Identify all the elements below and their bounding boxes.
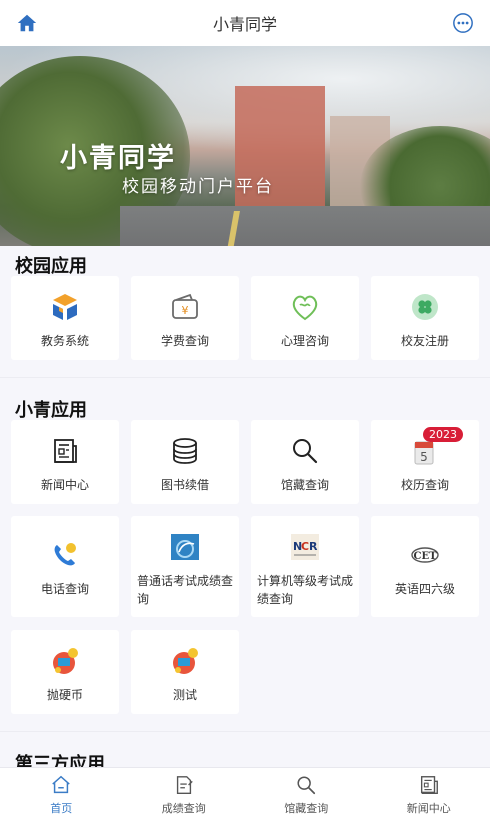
hero-banner[interactable]: 小青同学 校园移动门户平台 <box>0 46 490 246</box>
app-card-computer-exam-score[interactable]: N C R 计算机等级考试成绩查询 <box>251 516 359 617</box>
search-icon <box>297 776 316 795</box>
section-title-campus-apps: 校园应用 <box>15 256 87 277</box>
app-label: 校历查询 <box>400 478 449 492</box>
newspaper-icon <box>54 439 77 463</box>
heart-mind-icon <box>292 295 318 321</box>
home-icon <box>52 775 70 794</box>
app-card-news-center[interactable]: 新闻中心 <box>11 420 119 504</box>
tab-label: 馆藏查询 <box>284 802 329 815</box>
section-title-xiaoqing-apps: 小青应用 <box>15 400 87 421</box>
app-label: 校友注册 <box>400 334 449 348</box>
banner-road <box>120 206 490 246</box>
svg-text:C: C <box>301 540 309 553</box>
svg-text:¥: ¥ <box>182 304 189 317</box>
svg-text:5: 5 <box>420 450 428 464</box>
more-options-icon[interactable] <box>452 12 474 34</box>
home-icon[interactable] <box>16 12 38 34</box>
app-label: 新闻中心 <box>40 478 89 492</box>
tab-label: 首页 <box>50 802 73 815</box>
coin-toss-icon <box>53 648 78 674</box>
mandarin-exam-icon <box>171 534 199 560</box>
app-label: 教务系统 <box>40 334 89 348</box>
app-card-tuition-query[interactable]: ¥ 学费查询 <box>131 276 239 360</box>
banner-title: 小青同学 <box>60 143 176 174</box>
tab-label: 新闻中心 <box>406 802 451 815</box>
wallet-icon: ¥ <box>172 293 198 319</box>
app-card-book-renewal[interactable]: 图书续借 <box>131 420 239 504</box>
app-label: 计算机等级考试成绩查询 <box>257 574 354 606</box>
app-label: 学费查询 <box>160 334 209 348</box>
app-card-mandarin-exam-score[interactable]: 普通话考试成绩查询 <box>131 516 239 617</box>
section-divider <box>0 377 490 378</box>
app-card-counseling[interactable]: 心理咨询 <box>251 276 359 360</box>
app-label: 馆藏查询 <box>280 478 329 492</box>
search-icon <box>293 439 318 464</box>
app-label: 电话查询 <box>40 582 89 596</box>
academic-system-icon <box>53 294 77 320</box>
top-bar: 小青同学 <box>0 0 490 46</box>
page-title: 小青同学 <box>212 15 277 34</box>
tab-home[interactable]: 首页 <box>0 768 123 817</box>
app-card-test[interactable]: 测试 <box>131 630 239 714</box>
app-label: 心理咨询 <box>280 334 329 348</box>
app-card-collection-search[interactable]: 馆藏查询 <box>251 420 359 504</box>
ncre-icon: N C R <box>291 534 319 560</box>
clover-icon <box>412 294 438 320</box>
app-card-academic-system[interactable]: 教务系统 <box>11 276 119 360</box>
app-card-phone-directory[interactable]: 电话查询 <box>11 516 119 617</box>
newspaper-icon <box>420 776 438 794</box>
tab-score-query[interactable]: 成绩查询 <box>123 768 246 817</box>
edit-doc-icon <box>176 776 193 794</box>
app-card-cet[interactable]: CET 英语四六级 <box>371 516 479 617</box>
app-card-coin-toss[interactable]: 抛硬币 <box>11 630 119 714</box>
banner-subtitle: 校园移动门户平台 <box>122 177 274 197</box>
phone-icon <box>54 543 76 566</box>
section-divider <box>0 731 490 732</box>
coin-toss-icon <box>173 648 198 674</box>
app-label: 普通话考试成绩查询 <box>137 574 234 606</box>
bottom-tab-bar: 首页 成绩查询 馆藏查询 新闻中心 <box>0 767 490 817</box>
tab-news-center[interactable]: 新闻中心 <box>368 768 490 817</box>
app-label: 抛硬币 <box>46 688 83 702</box>
app-label: 英语四六级 <box>394 582 455 596</box>
app-label: 图书续借 <box>160 478 209 492</box>
svg-text:CET: CET <box>413 551 437 562</box>
tab-label: 成绩查询 <box>161 802 206 815</box>
app-label: 测试 <box>172 688 197 702</box>
books-icon <box>173 438 197 464</box>
app-card-alumni-registration[interactable]: 校友注册 <box>371 276 479 360</box>
tab-collection-search[interactable]: 馆藏查询 <box>245 768 368 817</box>
cet-icon: CET <box>411 547 439 563</box>
svg-text:R: R <box>309 540 318 553</box>
calendar-year-badge: 2023 <box>423 427 463 442</box>
